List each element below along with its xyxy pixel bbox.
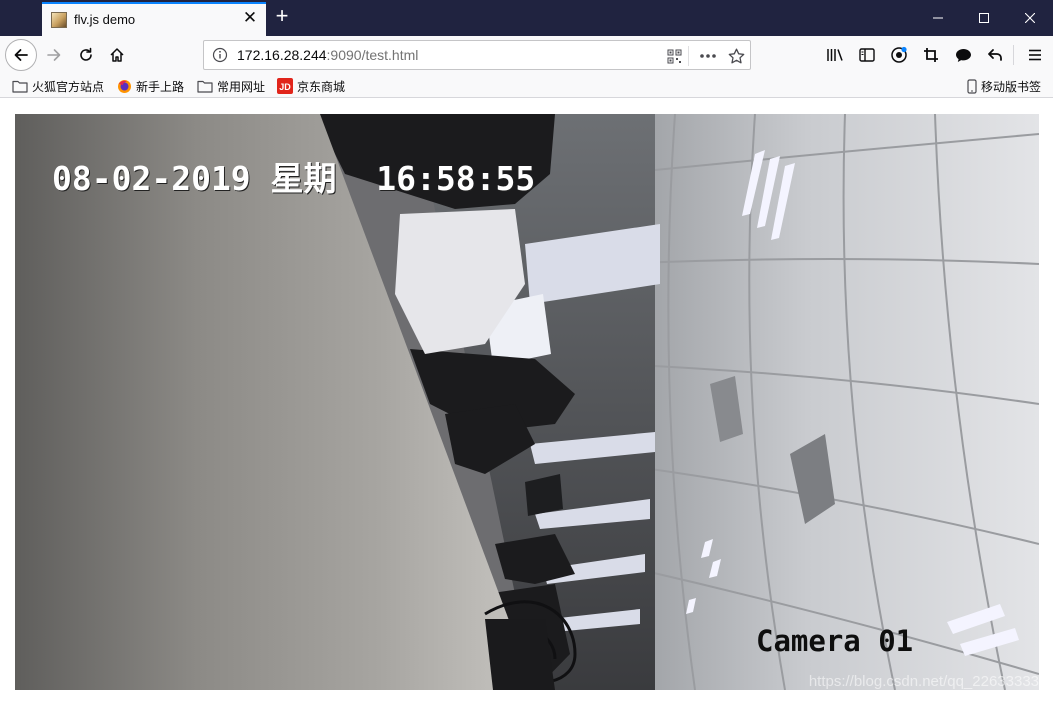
account-button[interactable] <box>885 41 913 69</box>
black-device <box>485 619 555 690</box>
video-player[interactable]: 08-02-2019 星期 16:58:55 Camera 01 https:/… <box>15 114 1039 690</box>
mobile-bookmarks-label: 移动版书签 <box>980 79 1041 94</box>
bookmark-firefox-official[interactable]: 火狐官方站点 <box>12 77 104 95</box>
title-bar: flv.js demo ✕ + <box>0 0 1053 36</box>
close-icon <box>1025 13 1035 23</box>
sidebar-icon <box>859 48 875 62</box>
bookmark-common-sites[interactable]: 常用网址 <box>197 77 265 95</box>
osd-datetime: 08-02-2019 星期 16:58:55 <box>52 159 536 198</box>
page-actions-icon[interactable] <box>698 46 718 66</box>
bookmark-label: 常用网址 <box>217 79 266 94</box>
sidebar-button[interactable] <box>853 41 881 69</box>
screenshot-button[interactable] <box>917 41 945 69</box>
watermark: https://blog.csdn.net/qq_22633333 <box>808 673 1039 690</box>
url-separator <box>688 46 689 66</box>
bookmark-jd-mall[interactable]: JD 京东商城 <box>277 77 345 95</box>
new-tab-button[interactable]: + <box>270 5 294 29</box>
library-button[interactable] <box>821 41 849 69</box>
url-text: 172.16.28.244:9090/test.html <box>237 47 418 63</box>
bookmarks-toolbar: 火狐官方站点 新手上路 常用网址 JD 京东商城 移动版书签 <box>0 74 1053 98</box>
minimize-icon <box>933 17 943 19</box>
forward-arrow-icon <box>47 49 61 61</box>
menu-button[interactable] <box>1021 41 1049 69</box>
page-content: 08-02-2019 星期 16:58:55 Camera 01 https:/… <box>0 98 1053 711</box>
tab-title: flv.js demo <box>74 12 136 27</box>
qr-code-icon[interactable] <box>664 46 684 66</box>
undo-arrow-icon <box>988 49 1002 61</box>
mobile-phone-icon <box>967 78 977 94</box>
jd-icon: JD <box>277 78 293 94</box>
home-icon <box>110 48 124 62</box>
folder-icon <box>12 79 28 93</box>
crop-icon <box>924 48 938 62</box>
bookmark-label: 火狐官方站点 <box>32 79 105 94</box>
toolbar-separator <box>1013 45 1014 65</box>
close-window-button[interactable] <box>1007 0 1053 36</box>
url-path: :9090/test.html <box>326 47 419 63</box>
chat-button[interactable] <box>949 41 977 69</box>
bookmark-star-icon[interactable] <box>726 46 746 66</box>
tab-close-icon[interactable]: ✕ <box>242 9 258 26</box>
back-arrow-icon <box>14 49 28 61</box>
browser-window: flv.js demo ✕ + 172.16.28.244:9090/test.… <box>0 0 1053 711</box>
maximize-button[interactable] <box>961 0 1007 36</box>
osd-camera-label: Camera 01 <box>756 624 914 658</box>
page-favicon-icon <box>51 12 67 28</box>
navigation-toolbar: 172.16.28.244:9090/test.html <box>0 36 1053 74</box>
url-host: 172.16.28.244 <box>237 47 327 63</box>
bookmark-label: 京东商城 <box>297 79 346 94</box>
svg-text:JD: JD <box>279 82 291 92</box>
bookmark-label: 新手上路 <box>136 79 185 94</box>
speech-bubble-icon <box>955 48 971 62</box>
library-icon <box>827 49 843 61</box>
home-button[interactable] <box>103 41 131 69</box>
maximize-icon <box>979 13 989 23</box>
back-button[interactable] <box>5 39 37 71</box>
reload-icon <box>80 47 92 61</box>
account-icon <box>891 46 907 63</box>
url-bar[interactable]: 172.16.28.244:9090/test.html <box>203 40 751 70</box>
reload-button[interactable] <box>72 41 100 69</box>
minimize-button[interactable] <box>915 0 961 36</box>
bookmark-getting-started[interactable]: 新手上路 <box>117 77 184 95</box>
firefox-icon <box>117 79 132 94</box>
site-info-icon[interactable] <box>212 47 228 63</box>
camera-frame <box>15 114 1039 690</box>
undo-close-tab-button[interactable] <box>981 41 1009 69</box>
tab-flvjs-demo[interactable]: flv.js demo ✕ <box>42 2 266 36</box>
folder-icon <box>197 79 213 93</box>
forward-button[interactable] <box>40 41 68 69</box>
hamburger-menu-icon <box>1029 49 1041 61</box>
mobile-bookmarks[interactable]: 移动版书签 <box>967 77 1041 95</box>
